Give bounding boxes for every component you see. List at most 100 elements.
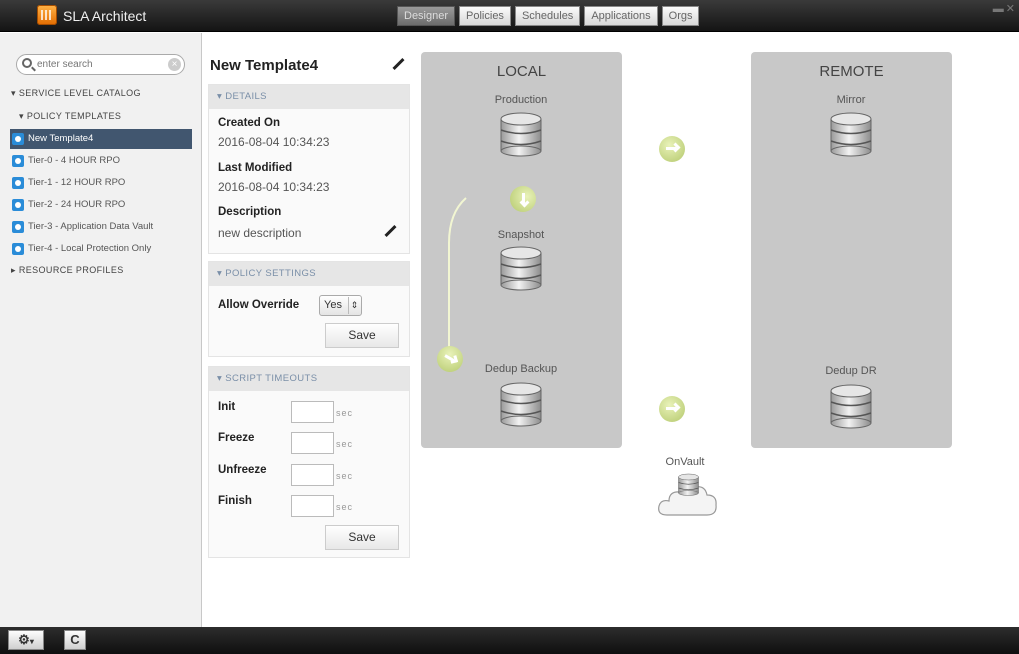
last-modified-label: Last Modified bbox=[218, 162, 293, 174]
main-tabs: Designer Policies Schedules Applications… bbox=[397, 6, 703, 26]
template-icon bbox=[12, 177, 24, 189]
mirror-label: Mirror bbox=[836, 94, 866, 106]
gear-icon: ⚙ bbox=[18, 632, 30, 647]
template-item[interactable]: Tier-2 - 24 HOUR RPO bbox=[10, 195, 192, 215]
template-item[interactable]: Tier-4 - Local Protection Only bbox=[10, 239, 192, 259]
dedup-backup-label: Dedup Backup bbox=[484, 363, 558, 375]
template-icon bbox=[12, 199, 24, 211]
app-title: SLA Architect bbox=[63, 8, 147, 24]
template-item[interactable]: Tier-0 - 4 HOUR RPO bbox=[10, 151, 192, 171]
refresh-button[interactable]: C bbox=[64, 630, 86, 650]
snapshot-label: Snapshot bbox=[497, 229, 545, 241]
template-item-label: New Template4 bbox=[28, 133, 94, 144]
title-bar: SLA Architect Designer Policies Schedule… bbox=[0, 0, 1019, 32]
template-item-label: Tier-3 - Application Data Vault bbox=[28, 221, 154, 232]
resource-profiles-label: RESOURCE PROFILES bbox=[18, 265, 124, 275]
save-policy-settings-button[interactable]: Save bbox=[325, 323, 399, 348]
tab-designer[interactable]: Designer bbox=[397, 6, 456, 26]
dedup-dr-label: Dedup DR bbox=[825, 365, 877, 377]
clear-search-icon[interactable]: × bbox=[168, 58, 181, 71]
edit-description-icon[interactable] bbox=[383, 225, 397, 239]
tab-policies[interactable]: Policies bbox=[459, 6, 511, 26]
finish-unit: sec bbox=[336, 502, 354, 512]
local-zone-title: LOCAL bbox=[496, 63, 547, 80]
tree-resource-profiles[interactable]: ▸ RESOURCE PROFILES bbox=[11, 265, 124, 276]
finish-timeout-input[interactable] bbox=[291, 495, 334, 517]
policy-templates-label: POLICY TEMPLATES bbox=[26, 111, 122, 121]
mirror-database-icon[interactable] bbox=[828, 111, 874, 157]
template-name-title: New Template4 bbox=[210, 57, 319, 74]
dedup-dr-database-icon[interactable] bbox=[828, 383, 874, 429]
details-section-header[interactable]: ▾ DETAILS bbox=[209, 85, 409, 109]
catalog-label: SERVICE LEVEL CATALOG bbox=[18, 88, 141, 98]
expand-caret-icon: ▾ bbox=[217, 91, 223, 102]
settings-menu-button[interactable]: ⚙▾ bbox=[8, 630, 44, 650]
production-database-icon[interactable] bbox=[498, 111, 544, 157]
template-item-label: Tier-4 - Local Protection Only bbox=[28, 243, 152, 254]
search-icon bbox=[22, 58, 32, 68]
bottom-toolbar: ⚙▾ C bbox=[0, 627, 1019, 654]
expand-caret-icon: ▾ bbox=[19, 111, 24, 121]
minimize-icon[interactable]: ▬ bbox=[993, 3, 1006, 15]
tree-policy-templates[interactable]: ▾ POLICY TEMPLATES bbox=[19, 111, 121, 122]
arrow-production-to-snapshot-icon[interactable] bbox=[510, 186, 536, 212]
created-on-label: Created On bbox=[218, 117, 280, 129]
app-logo-icon bbox=[37, 5, 57, 25]
policy-settings-header-label: POLICY SETTINGS bbox=[225, 268, 317, 279]
finish-label: Finish bbox=[218, 495, 252, 507]
onvault-cloud-database-icon[interactable] bbox=[655, 471, 721, 523]
unfreeze-timeout-input[interactable] bbox=[291, 464, 334, 486]
close-icon[interactable]: ✕ bbox=[1006, 3, 1017, 15]
template-item-label: Tier-1 - 12 HOUR RPO bbox=[28, 177, 126, 188]
template-icon bbox=[12, 133, 24, 145]
search-input[interactable] bbox=[37, 57, 167, 72]
init-timeout-input[interactable] bbox=[291, 401, 334, 423]
freeze-unit: sec bbox=[336, 439, 354, 449]
designer-canvas: LOCAL REMOTE Production Snapshot Dedup B… bbox=[415, 33, 1019, 627]
template-item[interactable]: Tier-1 - 12 HOUR RPO bbox=[10, 173, 192, 193]
snapshot-database-icon[interactable] bbox=[498, 245, 544, 291]
spinner-arrows-icon: ⇕ bbox=[348, 297, 360, 314]
production-label: Production bbox=[494, 94, 548, 106]
created-on-value: 2016-08-04 10:34:23 bbox=[218, 135, 330, 149]
allow-override-value: Yes bbox=[324, 299, 342, 311]
dedup-backup-database-icon[interactable] bbox=[498, 381, 544, 427]
template-item-label: Tier-2 - 24 HOUR RPO bbox=[28, 199, 126, 210]
template-item[interactable]: Tier-3 - Application Data Vault bbox=[10, 217, 192, 237]
template-icon bbox=[12, 155, 24, 167]
template-icon bbox=[12, 221, 24, 233]
freeze-timeout-input[interactable] bbox=[291, 432, 334, 454]
catalog-sidebar: × ▾ SERVICE LEVEL CATALOG ▾ POLICY TEMPL… bbox=[0, 33, 202, 627]
tab-applications[interactable]: Applications bbox=[584, 6, 658, 26]
script-timeouts-header[interactable]: ▾ SCRIPT TIMEOUTS bbox=[209, 367, 409, 391]
expand-caret-icon: ▾ bbox=[11, 88, 16, 98]
description-value: new description bbox=[218, 226, 302, 240]
tab-schedules[interactable]: Schedules bbox=[514, 6, 581, 26]
tree-service-level-catalog[interactable]: ▾ SERVICE LEVEL CATALOG bbox=[11, 88, 141, 99]
details-section: ▾ DETAILS Created On 2016-08-04 10:34:23… bbox=[208, 84, 410, 254]
dropdown-caret-icon: ▾ bbox=[29, 637, 34, 646]
template-icon bbox=[12, 243, 24, 255]
edit-name-icon[interactable] bbox=[391, 58, 405, 72]
allow-override-select[interactable]: Yes ⇕ bbox=[319, 295, 362, 316]
arrow-local-to-dedup-dr-icon[interactable] bbox=[659, 396, 685, 422]
window-controls[interactable]: ▬✕ bbox=[993, 2, 1017, 15]
onvault-label: OnVault bbox=[665, 456, 705, 468]
expand-caret-icon: ▾ bbox=[217, 373, 223, 384]
tab-orgs[interactable]: Orgs bbox=[661, 6, 700, 26]
description-label: Description bbox=[218, 206, 282, 218]
template-detail-panel: New Template4 ▾ DETAILS Created On 2016-… bbox=[203, 33, 414, 627]
template-item-label: Tier-0 - 4 HOUR RPO bbox=[28, 155, 121, 166]
unfreeze-unit: sec bbox=[336, 471, 354, 481]
collapse-caret-icon: ▸ bbox=[11, 265, 16, 275]
policy-settings-header[interactable]: ▾ POLICY SETTINGS bbox=[209, 262, 409, 286]
expand-caret-icon: ▾ bbox=[217, 268, 223, 279]
save-script-timeouts-button[interactable]: Save bbox=[325, 525, 399, 550]
script-timeouts-section: ▾ SCRIPT TIMEOUTS Init sec Freeze sec Un… bbox=[208, 366, 410, 558]
template-item[interactable]: New Template4 bbox=[10, 129, 192, 149]
details-header-label: DETAILS bbox=[225, 91, 267, 102]
script-timeouts-header-label: SCRIPT TIMEOUTS bbox=[225, 373, 318, 384]
arrow-local-to-mirror-icon[interactable] bbox=[659, 136, 685, 162]
search-box[interactable]: × bbox=[16, 54, 185, 75]
init-label: Init bbox=[218, 401, 236, 413]
